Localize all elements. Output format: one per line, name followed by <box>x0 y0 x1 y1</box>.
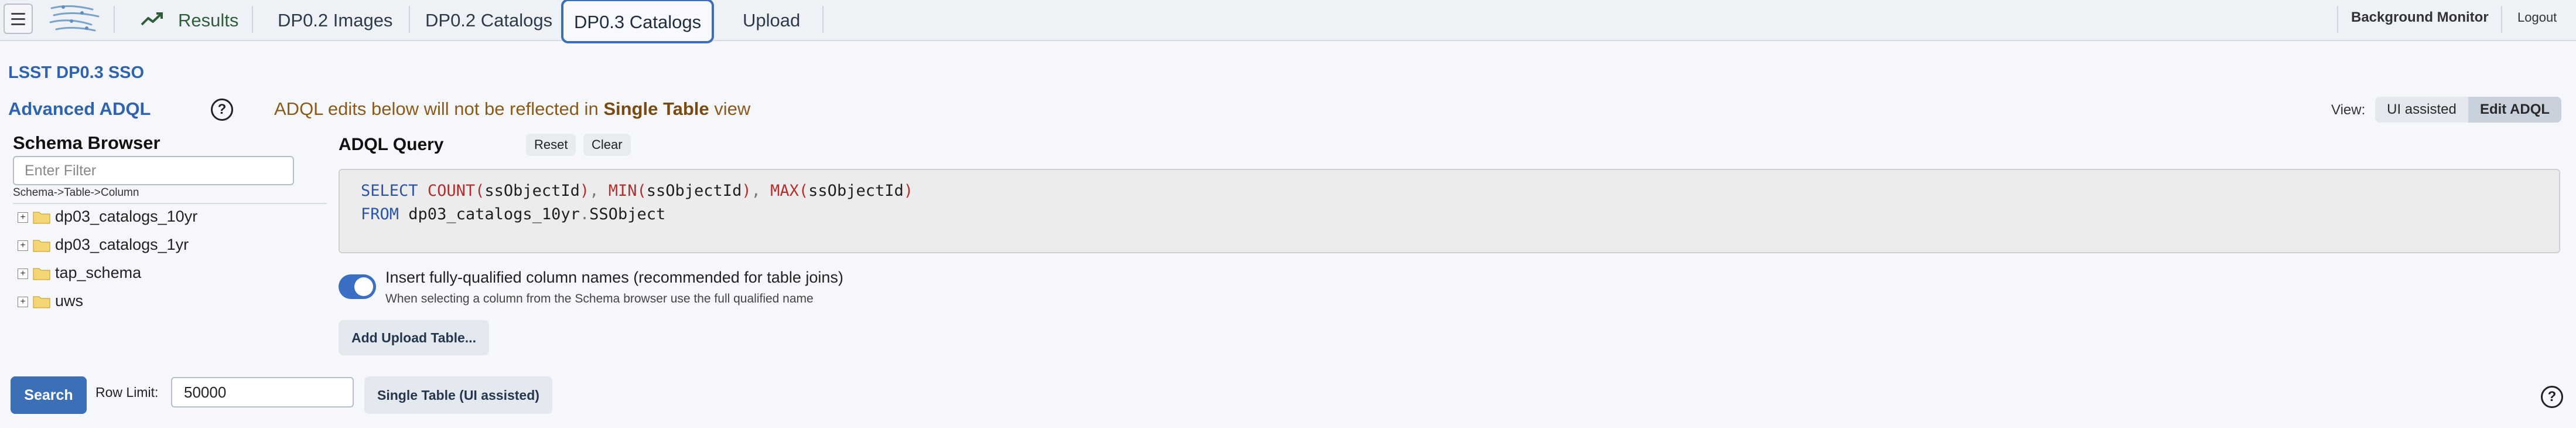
tree-item-label: uws <box>55 292 84 310</box>
adql-line-2: FROM dp03_catalogs_10yr.SSObject <box>361 205 666 223</box>
logout-button[interactable]: Logout <box>2517 0 2557 36</box>
tree-item-dp03-catalogs-10yr[interactable]: + dp03_catalogs_10yr <box>18 208 197 231</box>
expand-icon[interactable]: + <box>18 240 28 251</box>
help-icon[interactable]: ? <box>211 98 233 121</box>
adql-query-label: ADQL Query <box>339 135 444 154</box>
adql-line-1: SELECT COUNT(ssObjectId), MIN(ssObjectId… <box>361 182 913 200</box>
background-monitor-button[interactable]: Background Monitor <box>2351 0 2489 36</box>
topbar-separator <box>114 6 115 33</box>
tab-dp02-catalogs[interactable]: DP0.2 Catalogs <box>415 0 563 41</box>
clear-button[interactable]: Clear <box>583 134 631 156</box>
qualified-names-sublabel: When selecting a column from the Schema … <box>385 292 814 305</box>
qualified-names-label: Insert fully-qualified column names (rec… <box>385 269 843 286</box>
adql-select-keyword: SELECT <box>361 182 418 200</box>
tree-item-uws[interactable]: + uws <box>18 292 83 315</box>
adql-from-keyword: FROM <box>361 205 399 223</box>
service-title: LSST DP0.3 SSO <box>8 63 145 82</box>
expand-icon[interactable]: + <box>18 212 28 223</box>
adql-column: ssObjectId <box>808 182 904 200</box>
adql-column: ssObjectId <box>646 182 742 200</box>
tab-results[interactable]: Results <box>130 0 249 41</box>
tree-item-label: dp03_catalogs_10yr <box>55 208 198 225</box>
tree-item-label: tap_schema <box>55 264 142 281</box>
divider <box>13 203 327 204</box>
reset-button[interactable]: Reset <box>526 134 576 156</box>
tab-dp02-images[interactable]: DP0.2 Images <box>267 0 403 41</box>
tab-upload-label: Upload <box>743 10 801 30</box>
adql-note-bold: Single Table <box>603 98 709 119</box>
tab-dp03-catalogs[interactable]: DP0.3 Catalogs <box>561 0 715 43</box>
rubin-logo-icon <box>49 5 100 32</box>
tab-results-label: Results <box>178 10 239 30</box>
trending-up-icon <box>141 12 163 26</box>
row-limit-label: Row Limit: <box>95 385 159 400</box>
tree-item-tap-schema[interactable]: + tap_schema <box>18 264 141 287</box>
tab-dp03-catalogs-label: DP0.3 Catalogs <box>574 12 702 32</box>
tree-item-label: dp03_catalogs_1yr <box>55 236 189 253</box>
menu-icon[interactable] <box>4 4 33 34</box>
adql-column: ssObjectId <box>484 182 580 200</box>
expand-icon[interactable]: + <box>18 268 28 279</box>
expand-icon[interactable]: + <box>18 296 28 307</box>
adql-note: ADQL edits below will not be reflected i… <box>274 98 750 120</box>
view-edit-adql-option[interactable]: Edit ADQL <box>2468 97 2561 123</box>
qualified-names-toggle[interactable] <box>339 274 376 299</box>
adql-max-fn: MAX <box>770 182 799 200</box>
search-button[interactable]: Search <box>11 376 87 414</box>
schema-browser-title: Schema Browser <box>13 133 160 153</box>
tab-dp02-images-label: DP0.2 Images <box>278 10 393 30</box>
tree-item-dp03-catalogs-1yr[interactable]: + dp03_catalogs_1yr <box>18 236 189 259</box>
adql-note-suffix: view <box>709 98 751 119</box>
adql-table-name: SSObject <box>589 205 666 223</box>
single-table-button[interactable]: Single Table (UI assisted) <box>364 376 552 414</box>
view-label: View: <box>2331 102 2366 118</box>
adql-count-fn: COUNT <box>427 182 476 200</box>
folder-icon <box>33 240 50 252</box>
adql-note-prefix: ADQL edits below will not be reflected i… <box>274 98 604 119</box>
tab-upload[interactable]: Upload <box>732 0 811 41</box>
advanced-adql-title: Advanced ADQL <box>8 98 151 119</box>
view-ui-assisted-option[interactable]: UI assisted <box>2375 97 2468 123</box>
adql-min-fn: MIN <box>608 182 637 200</box>
adql-editor[interactable]: SELECT COUNT(ssObjectId), MIN(ssObjectId… <box>339 169 2560 253</box>
folder-icon <box>33 212 50 224</box>
schema-filter-input[interactable] <box>13 156 294 185</box>
adql-schema-name: dp03_catalogs_10yr <box>408 205 580 223</box>
add-upload-table-button[interactable]: Add Upload Table... <box>339 320 489 355</box>
tab-dp02-catalogs-label: DP0.2 Catalogs <box>425 10 553 30</box>
view-toggle: UI assisted Edit ADQL <box>2375 97 2561 123</box>
help-icon[interactable]: ? <box>2541 386 2563 408</box>
folder-icon <box>33 296 50 308</box>
folder-icon <box>33 268 50 280</box>
row-limit-input[interactable] <box>171 377 354 407</box>
top-tab-bar: Results DP0.2 Images DP0.2 Catalogs DP0.… <box>0 0 2576 43</box>
schema-path-label: Schema->Table->Column <box>13 186 139 199</box>
